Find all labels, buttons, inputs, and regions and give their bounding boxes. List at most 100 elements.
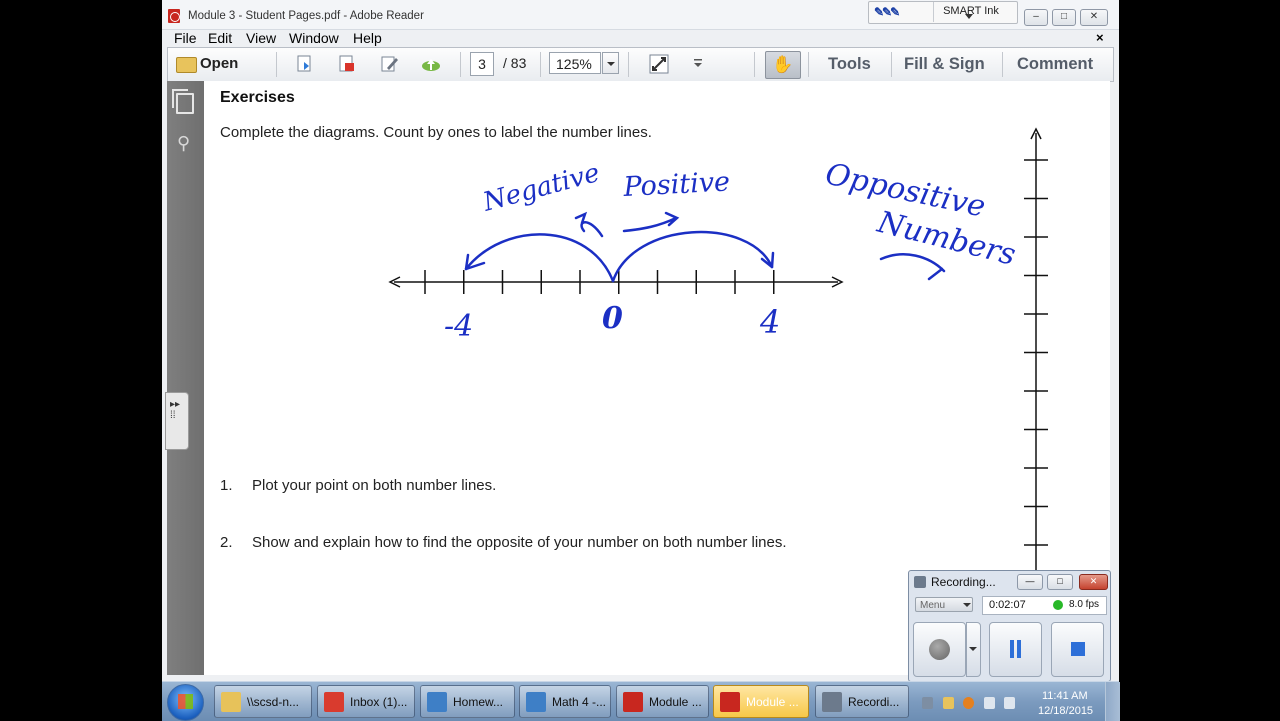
taskbar-item[interactable]: Math 4 -...	[519, 685, 611, 718]
tray-app-icon[interactable]	[922, 697, 933, 709]
small-arrow-right	[622, 211, 680, 233]
smart-ink-dropdown-icon[interactable]	[965, 14, 973, 19]
notebook-icon	[526, 692, 546, 712]
navigation-pane: ⚲ ▸▸ ⁞⁞	[165, 81, 204, 675]
arrowhead-negative	[464, 253, 486, 271]
record-options-dropdown[interactable]	[966, 622, 981, 677]
tab-comment[interactable]: Comment	[1017, 55, 1093, 74]
taskbar-item[interactable]: Inbox (1)...	[317, 685, 415, 718]
toolbar-separator	[754, 52, 755, 77]
taskbar-item[interactable]: Module ...	[713, 685, 809, 718]
taskbar-item[interactable]: Recordi...	[815, 685, 909, 718]
hand-tool-button[interactable]: ✋	[765, 51, 801, 79]
smart-ink-label[interactable]: SMART Ink	[933, 2, 1008, 22]
smart-ink-pens-icon[interactable]: ✎✎✎	[874, 5, 900, 19]
save-pdf-icon[interactable]	[337, 54, 357, 74]
question-text: Plot your point on both number lines.	[252, 477, 497, 494]
minimize-button[interactable]: –	[1024, 9, 1048, 26]
taskbar-item[interactable]: Module ...	[616, 685, 709, 718]
expand-arrows-icon: ▸▸ ⁞⁞	[170, 399, 181, 421]
small-arrow-left	[574, 211, 604, 238]
navigation-pane-toggle[interactable]: ▸▸ ⁞⁞	[165, 392, 189, 450]
zoom-dropdown-button[interactable]	[602, 52, 619, 74]
hand-icon: ✋	[772, 55, 794, 74]
recorder-minimize-button[interactable]: —	[1017, 574, 1043, 590]
record-icon	[929, 639, 950, 660]
pause-button[interactable]	[989, 622, 1042, 677]
edit-pdf-icon[interactable]	[379, 54, 399, 74]
ink-negative: Negative	[479, 158, 603, 218]
smart-ink-toolbar[interactable]: ✎✎✎ SMART Ink	[868, 1, 1018, 24]
record-button[interactable]	[913, 622, 966, 677]
zoom-input[interactable]: 125%	[549, 52, 601, 74]
toolbar-separator	[1002, 52, 1003, 77]
menu-window[interactable]: Window	[289, 30, 339, 46]
menu-bar: File Edit View Window Help ×	[162, 29, 1119, 48]
recorder-restore-button[interactable]: □	[1047, 574, 1073, 590]
toolbar: Open 3 / 83 125% ✋ Tools Fill & Sign Com…	[167, 47, 1114, 82]
more-tools-dropdown-icon[interactable]	[688, 54, 708, 74]
ink-label-zero: 0	[602, 301, 623, 336]
status-dot-icon	[1053, 600, 1063, 610]
toolbar-separator	[540, 52, 541, 77]
tab-tools[interactable]: Tools	[828, 55, 871, 74]
page-thumbnails-icon[interactable]	[172, 89, 194, 114]
taskbar-item[interactable]: \\scsd-n...	[214, 685, 312, 718]
tab-fill-sign[interactable]: Fill & Sign	[904, 55, 985, 74]
toolbar-separator	[276, 52, 277, 77]
pause-icon	[1010, 640, 1014, 658]
open-label: Open	[200, 55, 239, 72]
question-number: 2.	[220, 534, 233, 551]
tray-folder-icon[interactable]	[943, 697, 954, 709]
taskbar-item[interactable]: Homew...	[420, 685, 515, 718]
pdf-icon	[168, 9, 180, 23]
menu-file[interactable]: File	[174, 30, 197, 46]
ink-label-4: 4	[759, 303, 780, 341]
menu-edit[interactable]: Edit	[208, 30, 232, 46]
recorder-icon	[822, 692, 842, 712]
taskbar-item-label: Math 4 -...	[552, 695, 607, 709]
menu-view[interactable]: View	[246, 30, 276, 46]
stop-icon	[1071, 642, 1085, 656]
toolbar-separator	[808, 52, 809, 77]
tray-update-icon[interactable]	[963, 697, 974, 709]
clock-date[interactable]: 12/18/2015	[1038, 705, 1093, 717]
folder-icon	[176, 57, 197, 73]
underline-tick	[927, 267, 944, 281]
attachments-paperclip-icon[interactable]: ⚲	[177, 133, 190, 154]
ink-positive: Positive	[622, 166, 731, 203]
question-number: 1.	[220, 477, 233, 494]
system-tray: 11:41 AM 12/18/2015	[918, 686, 1113, 718]
tray-network-icon[interactable]	[984, 697, 995, 709]
title-bar: Module 3 - Student Pages.pdf - Adobe Rea…	[162, 0, 1119, 30]
fit-page-icon[interactable]	[649, 54, 669, 74]
taskbar-item-label: \\scsd-n...	[247, 695, 300, 709]
page-number-input[interactable]: 3	[470, 52, 494, 76]
page-total: / 83	[503, 55, 527, 71]
create-pdf-icon[interactable]	[295, 54, 315, 74]
close-button[interactable]: ✕	[1080, 9, 1108, 26]
recorder-close-button[interactable]: ✕	[1079, 574, 1108, 590]
recorder-menu-dropdown[interactable]: Menu	[915, 597, 973, 612]
notebook-icon	[427, 692, 447, 712]
arc-to-positive	[611, 230, 774, 283]
menu-help[interactable]: Help	[353, 30, 382, 46]
stop-button[interactable]	[1051, 622, 1104, 677]
folder-icon	[221, 692, 241, 712]
taskbar-item-label: Homew...	[453, 695, 504, 709]
upload-cloud-icon[interactable]	[421, 54, 441, 74]
recorder-title: Recording...	[931, 575, 996, 589]
toolbar-separator	[628, 52, 629, 77]
close-document-button[interactable]: ×	[1096, 30, 1104, 45]
show-desktop-button[interactable]	[1105, 682, 1120, 721]
taskbar-item-label: Module ...	[649, 695, 702, 709]
start-button[interactable]	[167, 684, 204, 721]
pdf-icon	[623, 692, 643, 712]
tray-volume-icon[interactable]	[1004, 697, 1015, 709]
maximize-button[interactable]: □	[1052, 9, 1076, 26]
toolbar-separator	[460, 52, 461, 77]
clock-time[interactable]: 11:41 AM	[1042, 690, 1088, 702]
taskbar: \\scsd-n... Inbox (1)... Homew... Math 4 -.…	[162, 681, 1120, 721]
taskbar-item-label: Module ...	[746, 695, 799, 709]
recording-fps: 8.0 fps	[1069, 599, 1100, 610]
